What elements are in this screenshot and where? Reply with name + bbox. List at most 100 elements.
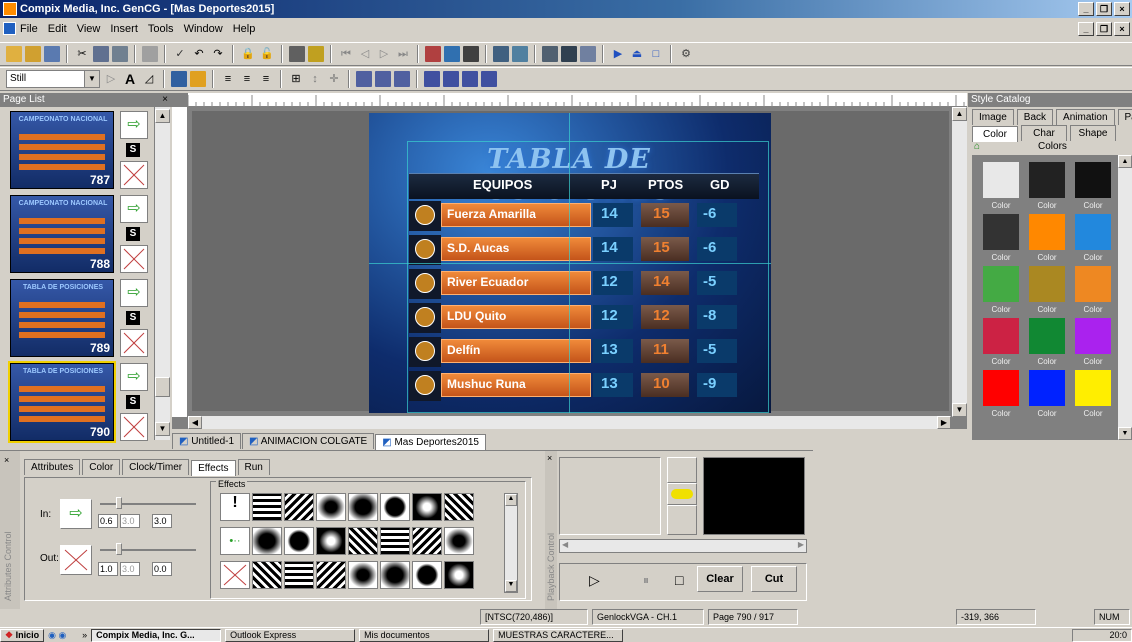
effect-tile[interactable] <box>380 527 410 555</box>
align-right-icon[interactable]: ≡ <box>258 71 274 87</box>
effects-scrollbar[interactable]: ▲ ▼ <box>504 493 518 593</box>
effect-tile[interactable] <box>316 527 346 555</box>
next-page-icon[interactable]: ▷ <box>376 46 392 62</box>
brush-icon[interactable] <box>512 46 528 62</box>
move-icon[interactable]: ↕ <box>307 71 323 87</box>
quicklaunch-icon[interactable]: ◉ ◉ <box>48 630 78 641</box>
tab-color[interactable]: Color <box>82 459 121 475</box>
image-tool-icon[interactable] <box>171 71 187 87</box>
layer3-icon[interactable] <box>462 71 478 87</box>
color-swatch[interactable] <box>982 369 1020 407</box>
page-thumbnail[interactable]: TABLA DE POSICIONES 790 <box>8 361 116 443</box>
align-left-icon[interactable]: ≡ <box>220 71 236 87</box>
color-swatch[interactable] <box>1074 369 1112 407</box>
page-list-scrollbar[interactable]: ▲ ▼ <box>154 107 170 440</box>
slot-1[interactable] <box>667 457 697 483</box>
color-swatch[interactable] <box>1074 265 1112 303</box>
color-swatch[interactable] <box>1074 161 1112 199</box>
playback-scrollbar[interactable]: ◀ ▶ <box>559 539 807 553</box>
scroll-up-icon[interactable]: ▲ <box>155 109 170 123</box>
paste-icon[interactable] <box>112 46 128 62</box>
effect-tile[interactable]: ! <box>220 493 250 521</box>
task-mis-documentos[interactable]: Mis documentos <box>359 628 490 642</box>
effect-tile[interactable] <box>316 493 346 521</box>
settings-icon[interactable]: ⚙ <box>678 46 694 62</box>
style-combo[interactable]: Still ▼ <box>6 70 100 88</box>
doc-restore-button[interactable]: ❐ <box>1096 22 1112 36</box>
effect-tile[interactable] <box>284 561 314 589</box>
color-swatch[interactable] <box>1028 369 1066 407</box>
unlock-icon[interactable]: 🔓 <box>259 46 275 62</box>
tab-untitled-1[interactable]: ◩ Untitled-1 <box>172 433 242 449</box>
effect-tile[interactable] <box>380 561 410 589</box>
tab-animation[interactable]: Animation <box>1056 109 1115 125</box>
color-swatch[interactable] <box>982 265 1020 303</box>
menu-insert[interactable]: Insert <box>110 23 138 35</box>
tab-animacion-colgate[interactable]: ◩ ANIMACION COLGATE <box>242 433 375 449</box>
tab-image[interactable]: Image <box>972 109 1014 125</box>
out-transition-icon[interactable] <box>120 329 148 357</box>
in-transition-icon[interactable]: ⇨ <box>120 111 148 139</box>
effect-tile[interactable] <box>348 527 378 555</box>
triangle-icon[interactable]: ◿ <box>141 71 157 87</box>
play-small-icon[interactable]: ▷ <box>103 71 119 87</box>
undo-icon[interactable]: ↶ <box>191 46 207 62</box>
color-swatch[interactable] <box>982 161 1020 199</box>
effect-tile[interactable] <box>284 493 314 521</box>
minimize-button[interactable]: _ <box>1078 2 1094 16</box>
record-icon[interactable] <box>425 46 441 62</box>
color-swatch[interactable] <box>1028 213 1066 251</box>
frame3-icon[interactable] <box>394 71 410 87</box>
effect-tile[interactable] <box>220 561 250 589</box>
layer2-icon[interactable] <box>443 71 459 87</box>
frame2-icon[interactable] <box>375 71 391 87</box>
save-icon[interactable] <box>44 46 60 62</box>
new-icon[interactable] <box>6 46 22 62</box>
preview-icon[interactable] <box>308 46 324 62</box>
first-page-icon[interactable]: ⏮ <box>338 46 354 62</box>
task-compix[interactable]: Compix Media, Inc. G... <box>91 628 222 642</box>
doc-close-button[interactable]: × <box>1114 22 1130 36</box>
start-button[interactable]: ❖ Inicio <box>0 628 45 642</box>
layer4-icon[interactable] <box>481 71 497 87</box>
menu-edit[interactable]: Edit <box>48 23 67 35</box>
out-value-3[interactable]: 0.0 <box>152 562 172 576</box>
close-button[interactable]: × <box>1114 2 1130 16</box>
plus-icon[interactable]: ✛ <box>326 71 342 87</box>
effect-tile[interactable] <box>252 493 282 521</box>
canvas-hscroll[interactable]: ◀ ▶ <box>188 415 951 429</box>
print-icon[interactable] <box>142 46 158 62</box>
effect-tile[interactable] <box>412 527 442 555</box>
menu-tools[interactable]: Tools <box>148 23 174 35</box>
slot-2[interactable] <box>667 483 697 505</box>
effect-tile[interactable] <box>348 561 378 589</box>
effect-tile[interactable] <box>380 493 410 521</box>
out-transition-icon[interactable] <box>120 161 148 189</box>
frame-icon[interactable] <box>356 71 372 87</box>
out-slider-thumb[interactable] <box>116 543 122 555</box>
scroll-down-icon[interactable]: ▼ <box>155 422 170 436</box>
tab-effects[interactable]: Effects <box>191 460 236 476</box>
page-thumbnail[interactable]: TABLA DE POSICIONES 789 <box>10 279 114 357</box>
layout-icon[interactable] <box>289 46 305 62</box>
stop-icon[interactable]: □ <box>675 572 683 588</box>
out-transition-icon[interactable] <box>120 413 148 441</box>
effects-tool-icon[interactable] <box>190 71 206 87</box>
align-center-icon[interactable]: ≡ <box>239 71 255 87</box>
doc-minimize-button[interactable]: _ <box>1078 22 1094 36</box>
table-icon[interactable] <box>542 46 558 62</box>
tab-run[interactable]: Run <box>237 459 270 475</box>
in-transition-icon[interactable]: ⇨ <box>120 195 148 223</box>
effect-tile[interactable] <box>348 493 378 521</box>
canvas-vscroll[interactable]: ▲ ▼ <box>951 107 967 417</box>
spellcheck-icon[interactable]: ✓ <box>172 46 188 62</box>
out-value-2[interactable]: 3.0 <box>120 562 140 576</box>
tab-mas-deportes[interactable]: ◩ Mas Deportes2015 <box>375 434 486 450</box>
in-slider-thumb[interactable] <box>116 497 122 509</box>
color-swatch[interactable] <box>1074 213 1112 251</box>
copy-icon[interactable] <box>93 46 109 62</box>
effect-tile[interactable] <box>444 527 474 555</box>
in-transition-icon[interactable]: ⇨ <box>120 363 148 391</box>
restore-button[interactable]: ❐ <box>1096 2 1112 16</box>
color-swatch[interactable] <box>1028 317 1066 355</box>
